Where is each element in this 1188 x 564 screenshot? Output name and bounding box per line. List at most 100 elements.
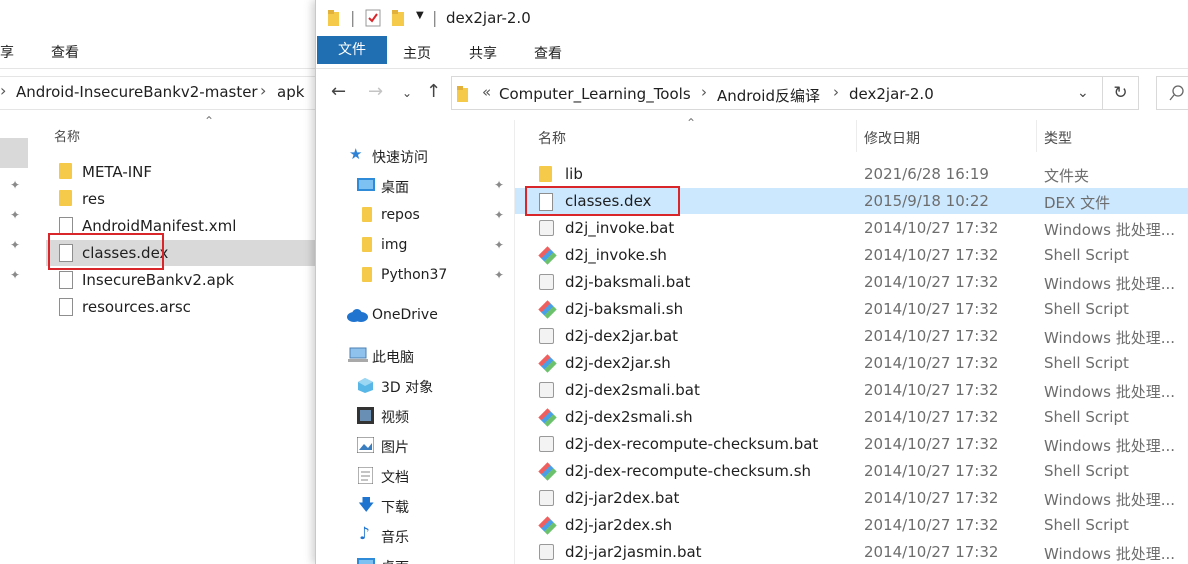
back-arrow-icon[interactable]: ← bbox=[331, 81, 346, 102]
nav-item-onedrive[interactable]: OneDrive bbox=[316, 302, 514, 330]
nav-item-this-pc[interactable]: 此电脑 bbox=[316, 342, 514, 370]
nav-item-music[interactable]: ♪ 音乐 bbox=[316, 522, 514, 550]
file-modified-date: 2015/9/18 10:22 bbox=[864, 192, 989, 210]
nav-item-python37[interactable]: Python37 ✦ bbox=[316, 262, 514, 290]
ribbon-tabs: 文件 主页 共享 查看 bbox=[316, 36, 1188, 69]
list-item[interactable]: res bbox=[46, 186, 320, 212]
new-folder-icon[interactable] bbox=[392, 10, 406, 26]
address-bar[interactable]: « Computer_Learning_Tools › Android反编译 ›… bbox=[451, 76, 1103, 110]
table-row[interactable]: d2j-jar2jasmin.bat 2014/10/27 17:32 Window… bbox=[515, 539, 1188, 564]
table-row[interactable]: d2j-dex2smali.sh 2014/10/27 17:32 Shell Sc… bbox=[515, 404, 1188, 430]
column-header-name[interactable]: 名称 bbox=[538, 128, 566, 148]
nav-item-img[interactable]: img ✦ bbox=[316, 232, 514, 260]
nav-label: 3D 对象 bbox=[381, 380, 434, 396]
file-type: Shell Script bbox=[1044, 462, 1129, 480]
cube-icon bbox=[358, 378, 373, 393]
nav-selected-item[interactable] bbox=[0, 138, 28, 168]
table-row[interactable]: d2j_invoke.sh 2014/10/27 17:32 Shell Scrip… bbox=[515, 242, 1188, 268]
file-name: d2j_invoke.bat bbox=[565, 219, 675, 237]
file-modified-date: 2014/10/27 17:32 bbox=[864, 219, 999, 237]
file-modified-date: 2014/10/27 17:32 bbox=[864, 327, 999, 345]
table-row[interactable]: d2j-jar2dex.sh 2014/10/27 17:32 Shell Scri… bbox=[515, 512, 1188, 538]
file-type: Windows 批处理... bbox=[1044, 545, 1176, 563]
table-row[interactable]: d2j-dex2jar.bat 2014/10/27 17:32 Windows 批… bbox=[515, 323, 1188, 349]
tab-home[interactable]: 主页 bbox=[403, 43, 431, 63]
divider: | bbox=[350, 8, 356, 27]
table-row[interactable]: d2j-dex2smali.bat 2014/10/27 17:32 Windows… bbox=[515, 377, 1188, 403]
file-modified-date: 2014/10/27 17:32 bbox=[864, 543, 999, 561]
file-type: 文件夹 bbox=[1044, 167, 1090, 185]
forward-arrow-icon[interactable]: → bbox=[368, 81, 383, 102]
film-icon bbox=[357, 407, 374, 424]
nav-item-desktop[interactable]: 桌面 ✦ bbox=[316, 172, 514, 200]
table-row[interactable]: lib 2021/6/28 16:19 文件夹 bbox=[515, 161, 1188, 187]
breadcrumb-item[interactable]: Computer_Learning_Tools bbox=[499, 85, 691, 103]
up-arrow-icon[interactable]: ↑ bbox=[426, 81, 441, 102]
list-item[interactable]: resources.arsc bbox=[46, 294, 320, 320]
bat-icon bbox=[539, 328, 554, 344]
pin-icon: ✦ bbox=[10, 178, 21, 192]
tab-view[interactable]: 查看 bbox=[534, 43, 562, 63]
file-name: d2j-dex2smali.bat bbox=[565, 381, 700, 399]
properties-icon[interactable] bbox=[365, 9, 381, 27]
file-name: d2j-dex2jar.bat bbox=[565, 327, 679, 345]
refresh-icon[interactable]: ↻ bbox=[1103, 76, 1139, 110]
nav-item-videos[interactable]: 视频 bbox=[316, 402, 514, 430]
nav-item-3d-objects[interactable]: 3D 对象 bbox=[316, 372, 514, 400]
table-row[interactable]: d2j-baksmali.sh 2014/10/27 17:32 Shell Scr… bbox=[515, 296, 1188, 322]
nav-label: Python37 bbox=[381, 267, 448, 283]
nav-item-repos[interactable]: repos ✦ bbox=[316, 202, 514, 230]
table-row[interactable]: d2j-dex-recompute-checksum.bat 2014/10/27… bbox=[515, 431, 1188, 457]
column-header-modified[interactable]: 修改日期 bbox=[864, 128, 920, 148]
back-address-bar[interactable]: › Android-InsecureBankv2-master › apk bbox=[0, 76, 320, 110]
file-name: d2j-dex2smali.sh bbox=[565, 408, 693, 426]
nav-label: 图片 bbox=[381, 440, 409, 456]
desktop-icon bbox=[357, 558, 375, 564]
divider: | bbox=[432, 8, 438, 27]
file-type: Windows 批处理... bbox=[1044, 437, 1176, 455]
folder-icon bbox=[539, 166, 552, 182]
breadcrumb-item[interactable]: Android-InsecureBankv2-master bbox=[16, 83, 258, 101]
table-row[interactable]: d2j-dex-recompute-checksum.sh 2014/10/27 … bbox=[515, 458, 1188, 484]
nav-item-pictures[interactable]: 图片 bbox=[316, 432, 514, 460]
back-tab-view[interactable]: 查看 bbox=[51, 42, 79, 62]
search-box[interactable] bbox=[1156, 76, 1188, 110]
chevron-down-icon[interactable]: ▼ bbox=[416, 10, 424, 21]
tab-share[interactable]: 共享 bbox=[469, 43, 497, 63]
overflow-chevron[interactable]: « bbox=[482, 83, 491, 101]
bat-icon bbox=[539, 220, 554, 236]
table-row[interactable]: d2j-dex2jar.sh 2014/10/27 17:32 Shell Scri… bbox=[515, 350, 1188, 376]
file-type: Shell Script bbox=[1044, 516, 1129, 534]
nav-item-quick-access[interactable]: ★ 快速访问 bbox=[316, 142, 514, 170]
shell-icon bbox=[538, 354, 557, 373]
breadcrumb-separator: › bbox=[260, 81, 267, 100]
nav-item-documents[interactable]: 文档 bbox=[316, 462, 514, 490]
address-dropdown-icon[interactable]: ⌄ bbox=[1077, 85, 1089, 101]
back-navigation-pane: ✦ ✦ ✦ ✦ bbox=[0, 120, 28, 564]
breadcrumb-item[interactable]: Android反编译 bbox=[717, 85, 820, 106]
nav-item-desktop-pc[interactable]: 桌面 bbox=[316, 552, 514, 564]
title-bar: | ▼ | dex2jar-2.0 bbox=[316, 0, 1188, 36]
file-type: Windows 批处理... bbox=[1044, 329, 1176, 347]
column-header-type[interactable]: 类型 bbox=[1044, 128, 1072, 148]
list-item[interactable]: InsecureBankv2.apk bbox=[46, 267, 320, 293]
file-icon bbox=[59, 298, 73, 316]
column-divider[interactable] bbox=[856, 120, 857, 152]
nav-item-downloads[interactable]: 🡇 下载 bbox=[316, 492, 514, 520]
column-divider[interactable] bbox=[1036, 120, 1037, 152]
file-name: InsecureBankv2.apk bbox=[82, 271, 235, 289]
recent-locations-chevron-icon[interactable]: ⌄ bbox=[402, 86, 412, 100]
breadcrumb-item[interactable]: dex2jar-2.0 bbox=[849, 85, 934, 103]
column-header-name[interactable]: 名称 bbox=[54, 126, 80, 145]
computer-icon bbox=[348, 347, 368, 362]
table-row[interactable]: d2j-baksmali.bat 2014/10/27 17:32 Windows … bbox=[515, 269, 1188, 295]
file-type: Windows 批处理... bbox=[1044, 221, 1176, 239]
list-item[interactable]: META-INF bbox=[46, 159, 320, 185]
tab-file[interactable]: 文件 bbox=[317, 36, 387, 64]
file-modified-date: 2014/10/27 17:32 bbox=[864, 273, 999, 291]
table-row[interactable]: d2j-jar2dex.bat 2014/10/27 17:32 Windows 批… bbox=[515, 485, 1188, 511]
table-row[interactable]: d2j_invoke.bat 2014/10/27 17:32 Windows 批处… bbox=[515, 215, 1188, 241]
back-tab-share[interactable]: 享 bbox=[0, 42, 14, 62]
breadcrumb-item[interactable]: apk bbox=[277, 83, 304, 101]
nav-label: 此电脑 bbox=[372, 350, 414, 366]
